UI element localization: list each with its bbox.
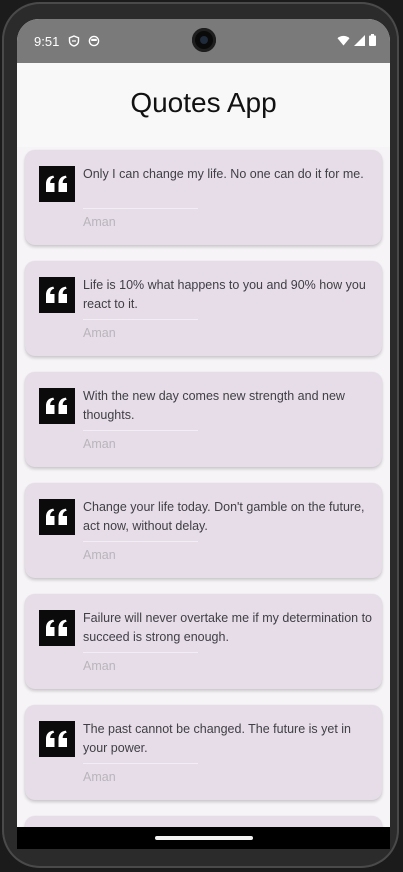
sync-icon [88, 34, 100, 47]
divider [83, 430, 198, 431]
quote-text: Life is 10% what happens to you and 90% … [83, 278, 366, 311]
shield-icon [68, 34, 80, 47]
quote-card[interactable]: Change your life today. Don't gamble on … [25, 483, 382, 578]
divider [83, 319, 198, 320]
status-time: 9:51 [34, 34, 60, 49]
wifi-icon [337, 33, 350, 51]
quote-icon [39, 721, 75, 757]
cellular-icon [354, 33, 365, 51]
status-bar: 9:51 [17, 19, 390, 63]
screen: 9:51 Quotes App Only I can change my lif… [17, 19, 390, 849]
app-header: Quotes App [17, 63, 390, 147]
quote-icon [39, 277, 75, 313]
status-icons-right [337, 33, 376, 51]
quote-card[interactable]: Life is 10% what happens to you and 90% … [25, 261, 382, 356]
navigation-bar [17, 827, 390, 849]
quote-author: Aman [83, 548, 116, 562]
quote-text: Only I can change my life. No one can do… [83, 167, 364, 181]
quote-icon [39, 166, 75, 202]
quote-author: Aman [83, 770, 116, 784]
quote-author: Aman [83, 437, 116, 451]
divider [83, 652, 198, 653]
quote-card[interactable]: Only I can change my life. No one can do… [25, 150, 382, 245]
front-camera [192, 28, 216, 52]
divider [83, 208, 198, 209]
quote-text: Change your life today. Don't gamble on … [83, 500, 365, 533]
quote-icon [39, 499, 75, 535]
home-gesture-handle[interactable] [155, 836, 253, 840]
phone-frame: 9:51 Quotes App Only I can change my lif… [2, 2, 399, 868]
quote-icon [39, 388, 75, 424]
divider [83, 763, 198, 764]
quote-text: With the new day comes new strength and … [83, 389, 345, 422]
divider [83, 541, 198, 542]
quote-card[interactable]: Failure will never overtake me if my det… [25, 594, 382, 689]
battery-icon [369, 33, 376, 51]
quote-author: Aman [83, 326, 116, 340]
quote-icon [39, 610, 75, 646]
quote-text: Failure will never overtake me if my det… [83, 611, 373, 644]
page-title: Quotes App [130, 87, 277, 118]
quote-author: Aman [83, 659, 116, 673]
quote-card[interactable]: The past cannot be changed. The future i… [25, 705, 382, 800]
quote-author: Aman [83, 215, 116, 229]
quote-text: The past cannot be changed. The future i… [83, 722, 351, 755]
quote-card[interactable]: With the new day comes new strength and … [25, 372, 382, 467]
